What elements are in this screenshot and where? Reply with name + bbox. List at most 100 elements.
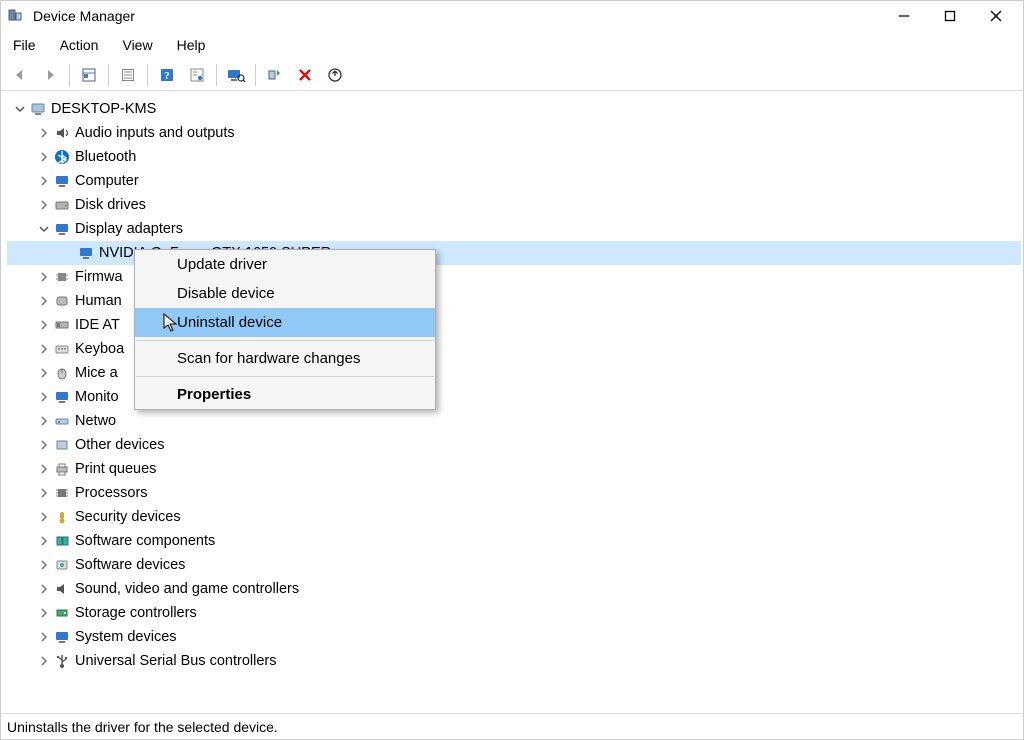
tree-item-usb[interactable]: Universal Serial Bus controllers xyxy=(7,649,1021,673)
tree-item-label: Mice a xyxy=(75,361,118,385)
action-list-button[interactable] xyxy=(184,62,210,88)
chevron-right-icon[interactable] xyxy=(37,200,51,210)
chevron-right-icon[interactable] xyxy=(37,368,51,378)
chevron-right-icon[interactable] xyxy=(37,536,51,546)
properties-button[interactable] xyxy=(115,62,141,88)
menu-action[interactable]: Action xyxy=(54,35,105,55)
bluetooth-icon xyxy=(53,148,71,166)
display-adapter-icon xyxy=(53,220,71,238)
tree-item-label: Security devices xyxy=(75,505,181,529)
tree-item-system[interactable]: System devices xyxy=(7,625,1021,649)
menu-separator xyxy=(136,340,434,341)
chevron-down-icon[interactable] xyxy=(13,104,27,114)
context-menu-scan-hardware[interactable]: Scan for hardware changes xyxy=(135,344,435,373)
tree-item-label: Monito xyxy=(75,385,119,409)
tree-item-sound[interactable]: Sound, video and game controllers xyxy=(7,577,1021,601)
network-icon xyxy=(53,412,71,430)
tree-item-other[interactable]: Other devices xyxy=(7,433,1021,457)
chevron-right-icon[interactable] xyxy=(37,272,51,282)
device-manager-window: Device Manager File Action View Help xyxy=(0,0,1024,740)
tree-item-label: System devices xyxy=(75,625,177,649)
enable-device-button[interactable] xyxy=(262,62,288,88)
chevron-right-icon[interactable] xyxy=(37,632,51,642)
context-menu-update-driver[interactable]: Update driver xyxy=(135,250,435,279)
tree-item-storage[interactable]: Storage controllers xyxy=(7,601,1021,625)
back-button[interactable] xyxy=(7,62,33,88)
context-menu-disable-device[interactable]: Disable device xyxy=(135,279,435,308)
tree-item-label: Display adapters xyxy=(75,217,183,241)
tree-item-computer[interactable]: Computer xyxy=(7,169,1021,193)
other-devices-icon xyxy=(53,436,71,454)
menu-help[interactable]: Help xyxy=(171,35,212,55)
tree-item-label: Print queues xyxy=(75,457,156,481)
chevron-right-icon[interactable] xyxy=(37,584,51,594)
storage-icon xyxy=(53,604,71,622)
chevron-right-icon[interactable] xyxy=(37,416,51,426)
tree-item-software-devices[interactable]: Software devices xyxy=(7,553,1021,577)
software-components-icon xyxy=(53,532,71,550)
tree-item-label: Firmwa xyxy=(75,265,123,289)
monitor-icon xyxy=(53,388,71,406)
chevron-right-icon[interactable] xyxy=(37,656,51,666)
monitor-icon xyxy=(53,172,71,190)
tree-root[interactable]: DESKTOP-KMS xyxy=(7,97,1021,121)
device-manager-icon xyxy=(5,6,25,26)
tree-item-print-queues[interactable]: Print queues xyxy=(7,457,1021,481)
tree-item-display-adapters[interactable]: Display adapters xyxy=(7,217,1021,241)
chip-icon xyxy=(53,268,71,286)
scan-hardware-button[interactable] xyxy=(223,62,249,88)
chevron-right-icon[interactable] xyxy=(37,560,51,570)
tree-item-audio[interactable]: Audio inputs and outputs xyxy=(7,121,1021,145)
show-hide-console-tree-button[interactable] xyxy=(76,62,102,88)
tree-item-label: Computer xyxy=(75,169,139,193)
chevron-right-icon[interactable] xyxy=(37,128,51,138)
chevron-right-icon[interactable] xyxy=(37,440,51,450)
menu-view[interactable]: View xyxy=(116,35,158,55)
tree-item-software-components[interactable]: Software components xyxy=(7,529,1021,553)
forward-button[interactable] xyxy=(37,62,63,88)
system-icon xyxy=(53,628,71,646)
tree-item-disk-drives[interactable]: Disk drives xyxy=(7,193,1021,217)
chevron-right-icon[interactable] xyxy=(37,392,51,402)
processor-icon xyxy=(53,484,71,502)
chevron-right-icon[interactable] xyxy=(37,296,51,306)
context-menu-properties[interactable]: Properties xyxy=(135,380,435,409)
tree-item-label: IDE AT xyxy=(75,313,120,337)
chevron-right-icon[interactable] xyxy=(37,512,51,522)
tree-item-label: Processors xyxy=(75,481,148,505)
tree-item-bluetooth[interactable]: Bluetooth xyxy=(7,145,1021,169)
chevron-right-icon[interactable] xyxy=(37,344,51,354)
toolbar: ? xyxy=(1,59,1023,91)
svg-text:?: ? xyxy=(164,70,170,82)
maximize-button[interactable] xyxy=(927,1,973,31)
help-button[interactable]: ? xyxy=(154,62,180,88)
statusbar-text: Uninstalls the driver for the selected d… xyxy=(7,719,278,735)
minimize-button[interactable] xyxy=(881,1,927,31)
chevron-right-icon[interactable] xyxy=(37,464,51,474)
titlebar: Device Manager xyxy=(1,1,1023,31)
tree-item-label: Audio inputs and outputs xyxy=(75,121,235,145)
device-tree[interactable]: DESKTOP-KMS Audio inputs and outputs Blu… xyxy=(1,91,1023,713)
chevron-right-icon[interactable] xyxy=(37,608,51,618)
menu-file[interactable]: File xyxy=(7,35,42,55)
tree-item-security[interactable]: Security devices xyxy=(7,505,1021,529)
chevron-right-icon[interactable] xyxy=(37,176,51,186)
close-button[interactable] xyxy=(973,1,1019,31)
statusbar: Uninstalls the driver for the selected d… xyxy=(1,713,1023,739)
computer-icon xyxy=(29,100,47,118)
security-icon xyxy=(53,508,71,526)
update-driver-button[interactable] xyxy=(322,62,348,88)
tree-item-label: Universal Serial Bus controllers xyxy=(75,649,276,673)
disk-icon xyxy=(53,196,71,214)
chevron-right-icon[interactable] xyxy=(37,152,51,162)
tree-item-processors[interactable]: Processors xyxy=(7,481,1021,505)
tree-item-network[interactable]: Netwo xyxy=(7,409,1021,433)
printer-icon xyxy=(53,460,71,478)
chevron-right-icon[interactable] xyxy=(37,488,51,498)
uninstall-device-button[interactable] xyxy=(292,62,318,88)
chevron-right-icon[interactable] xyxy=(37,320,51,330)
context-menu-uninstall-device[interactable]: Uninstall device xyxy=(135,308,435,337)
hid-icon xyxy=(53,292,71,310)
chevron-down-icon[interactable] xyxy=(37,224,51,234)
mouse-icon xyxy=(53,364,71,382)
